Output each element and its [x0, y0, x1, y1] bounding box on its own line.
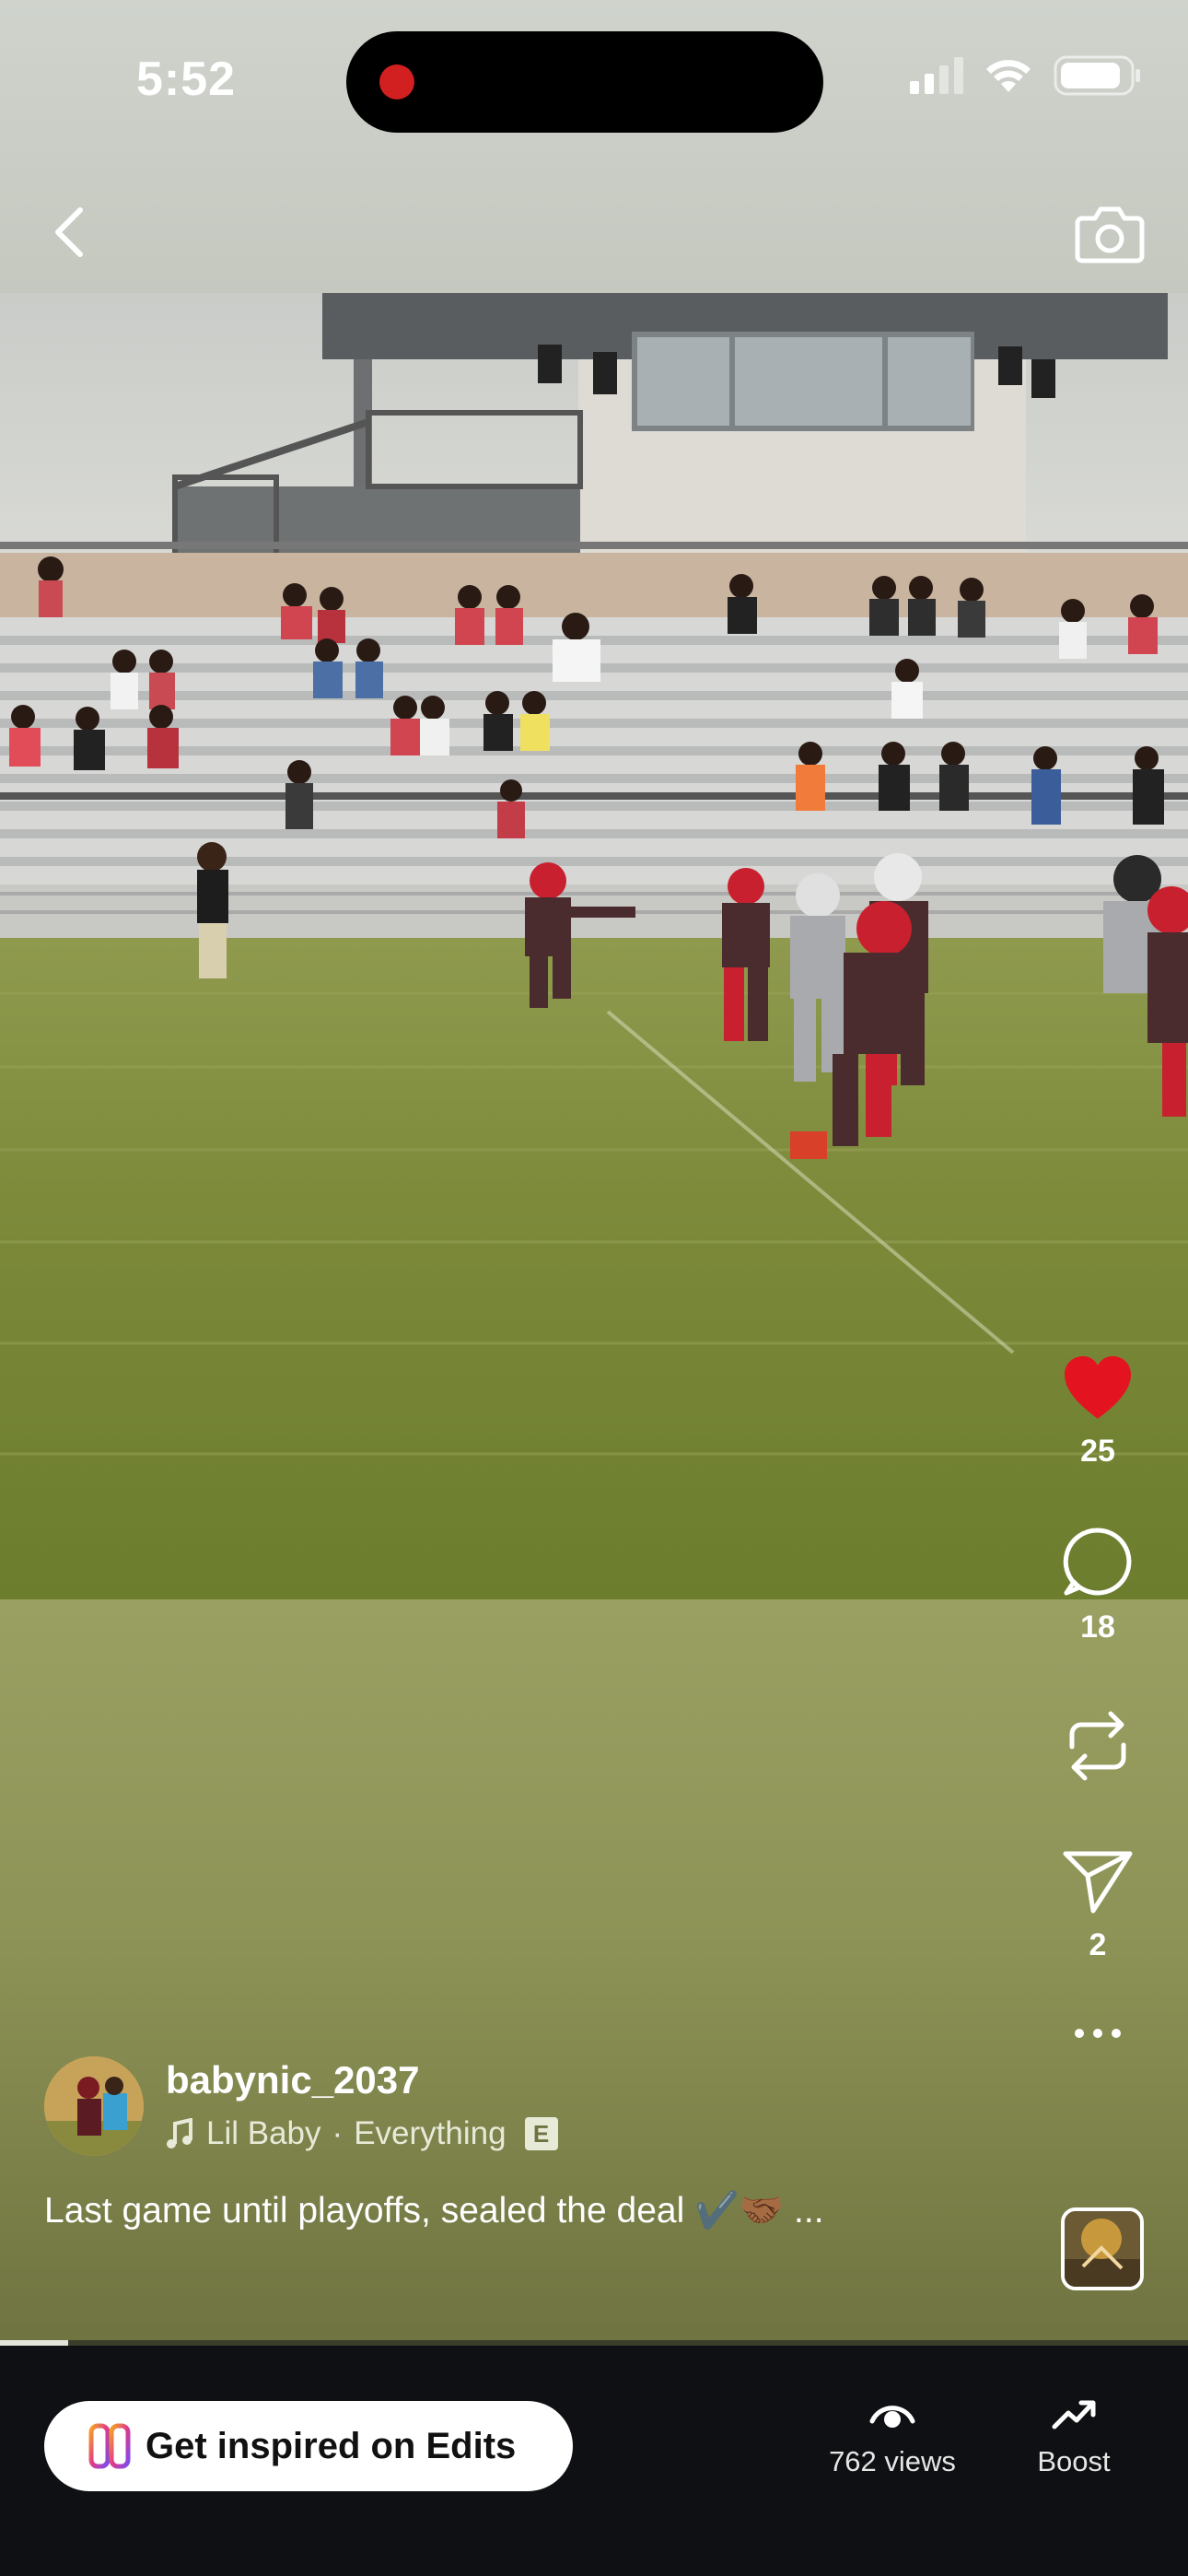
bottom-bar: Get inspired on Edits 762 views Boost	[0, 2346, 1188, 2576]
trending-up-icon	[1052, 2400, 1096, 2430]
post-caption[interactable]: Last game until playoffs, sealed the dea…	[44, 2189, 824, 2231]
like-count: 25	[1080, 1434, 1115, 1469]
video-bottom-background	[0, 1599, 1188, 2346]
boost-label: Boost	[1037, 2445, 1111, 2477]
music-separator: ·	[332, 2115, 344, 2151]
music-info[interactable]: Lil Baby · Everything E	[166, 2115, 558, 2152]
video-player[interactable]	[0, 293, 1188, 1599]
wifi-icon	[986, 60, 1031, 92]
comment-button[interactable]: 18	[1063, 1527, 1133, 1645]
music-title: Everything	[354, 2115, 507, 2151]
reel-viewer-screen: 5:52 25 18 2 babynic_2037 Lil Baby · Eve…	[0, 0, 1188, 2576]
author-text: babynic_2037 Lil Baby · Everything E	[166, 2056, 558, 2152]
audio-thumbnail[interactable]	[1061, 2207, 1144, 2290]
action-rail: 25 18 2	[1033, 1354, 1162, 2041]
share-button[interactable]: 2	[1062, 1848, 1134, 1963]
edits-logo-icon	[88, 2423, 131, 2469]
boost-button[interactable]: Boost	[1019, 2397, 1129, 2478]
camera-button[interactable]	[1068, 193, 1151, 273]
back-button[interactable]	[37, 195, 101, 269]
music-artist: Lil Baby	[206, 2115, 321, 2151]
audio-thumbnail-image	[1065, 2211, 1140, 2287]
explicit-badge: E	[524, 2117, 558, 2150]
cellular-signal-icon	[910, 57, 963, 94]
views-eye-icon	[869, 2406, 915, 2428]
username[interactable]: babynic_2037	[166, 2056, 558, 2104]
dynamic-island	[346, 31, 823, 133]
status-indicators	[910, 55, 1142, 96]
get-inspired-button[interactable]: Get inspired on Edits	[44, 2401, 573, 2491]
music-note-icon	[167, 2118, 192, 2149]
send-icon	[1063, 1851, 1133, 1914]
avatar[interactable]	[44, 2056, 144, 2156]
video-frame	[0, 293, 1188, 1599]
heart-icon	[1065, 1356, 1131, 1419]
views-label: 762 views	[829, 2445, 956, 2477]
get-inspired-label: Get inspired on Edits	[146, 2425, 517, 2466]
more-horizontal-icon	[1075, 2029, 1121, 2038]
recording-indicator-icon	[379, 64, 414, 100]
like-button[interactable]: 25	[1061, 1354, 1135, 1469]
chevron-left-icon	[55, 207, 83, 257]
avatar-image	[44, 2056, 144, 2156]
camera-icon	[1075, 206, 1145, 263]
repost-icon	[1069, 1711, 1126, 1781]
status-time: 5:52	[136, 53, 237, 106]
comment-count: 18	[1080, 1610, 1115, 1645]
post-author: babynic_2037 Lil Baby · Everything E	[44, 2056, 558, 2156]
share-count: 2	[1089, 1927, 1107, 1962]
battery-icon	[1054, 55, 1140, 96]
repost-button[interactable]	[1063, 1706, 1133, 1786]
views-button[interactable]: 762 views	[796, 2397, 989, 2478]
more-options-button[interactable]	[1074, 2026, 1122, 2041]
comment-icon	[1063, 1528, 1132, 1596]
